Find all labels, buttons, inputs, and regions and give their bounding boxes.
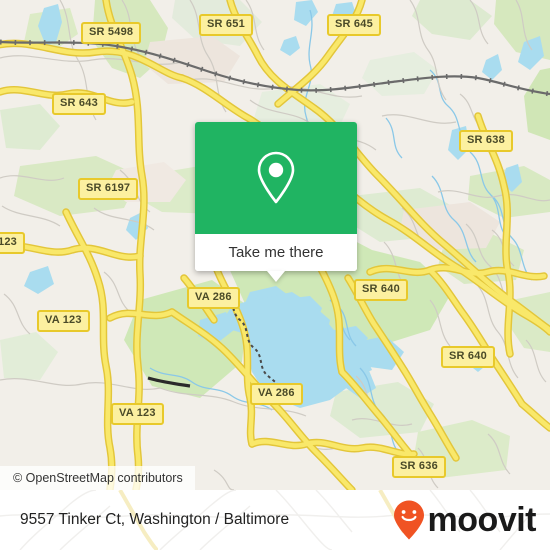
location-title-text: 9557 Tinker Ct, Washington / Baltimore [20, 511, 290, 528]
road-shield[interactable]: SR 651 [199, 14, 253, 36]
road-shield[interactable]: VA 123 [37, 310, 90, 332]
road-shield[interactable]: SR 645 [327, 14, 381, 36]
road-shield[interactable]: 123 [0, 232, 25, 254]
road-shield[interactable]: SR 5498 [81, 22, 142, 44]
moovit-brand[interactable]: moovit [392, 490, 537, 550]
moovit-wordmark: moovit [427, 501, 537, 539]
road-shield[interactable]: SR 640 [354, 279, 408, 301]
osm-attribution-text: © OpenStreetMap contributors [13, 471, 183, 485]
map-screenshot: SR 5498 SR 651 SR 645 SR 643 SR 638 SR 6… [0, 0, 550, 550]
card-pointer-tip [267, 271, 285, 282]
card-action-area[interactable]: Take me there [195, 234, 357, 282]
location-title: 9557 Tinker Ct, Washington / Baltimore [20, 490, 289, 550]
road-shield[interactable]: VA 286 [250, 383, 303, 405]
moovit-smiling-pin-icon [393, 500, 424, 540]
road-shield[interactable]: SR 636 [392, 456, 446, 478]
map-canvas[interactable]: SR 5498 SR 651 SR 645 SR 643 SR 638 SR 6… [0, 0, 550, 490]
road-shield[interactable]: VA 123 [111, 403, 164, 425]
road-shield[interactable]: SR 6197 [78, 178, 139, 200]
road-shield[interactable]: SR 643 [52, 93, 106, 115]
road-shield[interactable]: VA 286 [187, 287, 240, 309]
location-info-card[interactable]: Take me there [195, 122, 357, 282]
osm-attribution[interactable]: © OpenStreetMap contributors [0, 466, 195, 490]
take-me-there-label: Take me there [228, 244, 324, 261]
map-pin-icon [257, 151, 295, 204]
footer-bar: 9557 Tinker Ct, Washington / Baltimore m… [0, 490, 550, 550]
card-marker-area [195, 122, 357, 234]
road-shield[interactable]: SR 638 [459, 130, 513, 152]
road-shield[interactable]: SR 640 [441, 346, 495, 368]
